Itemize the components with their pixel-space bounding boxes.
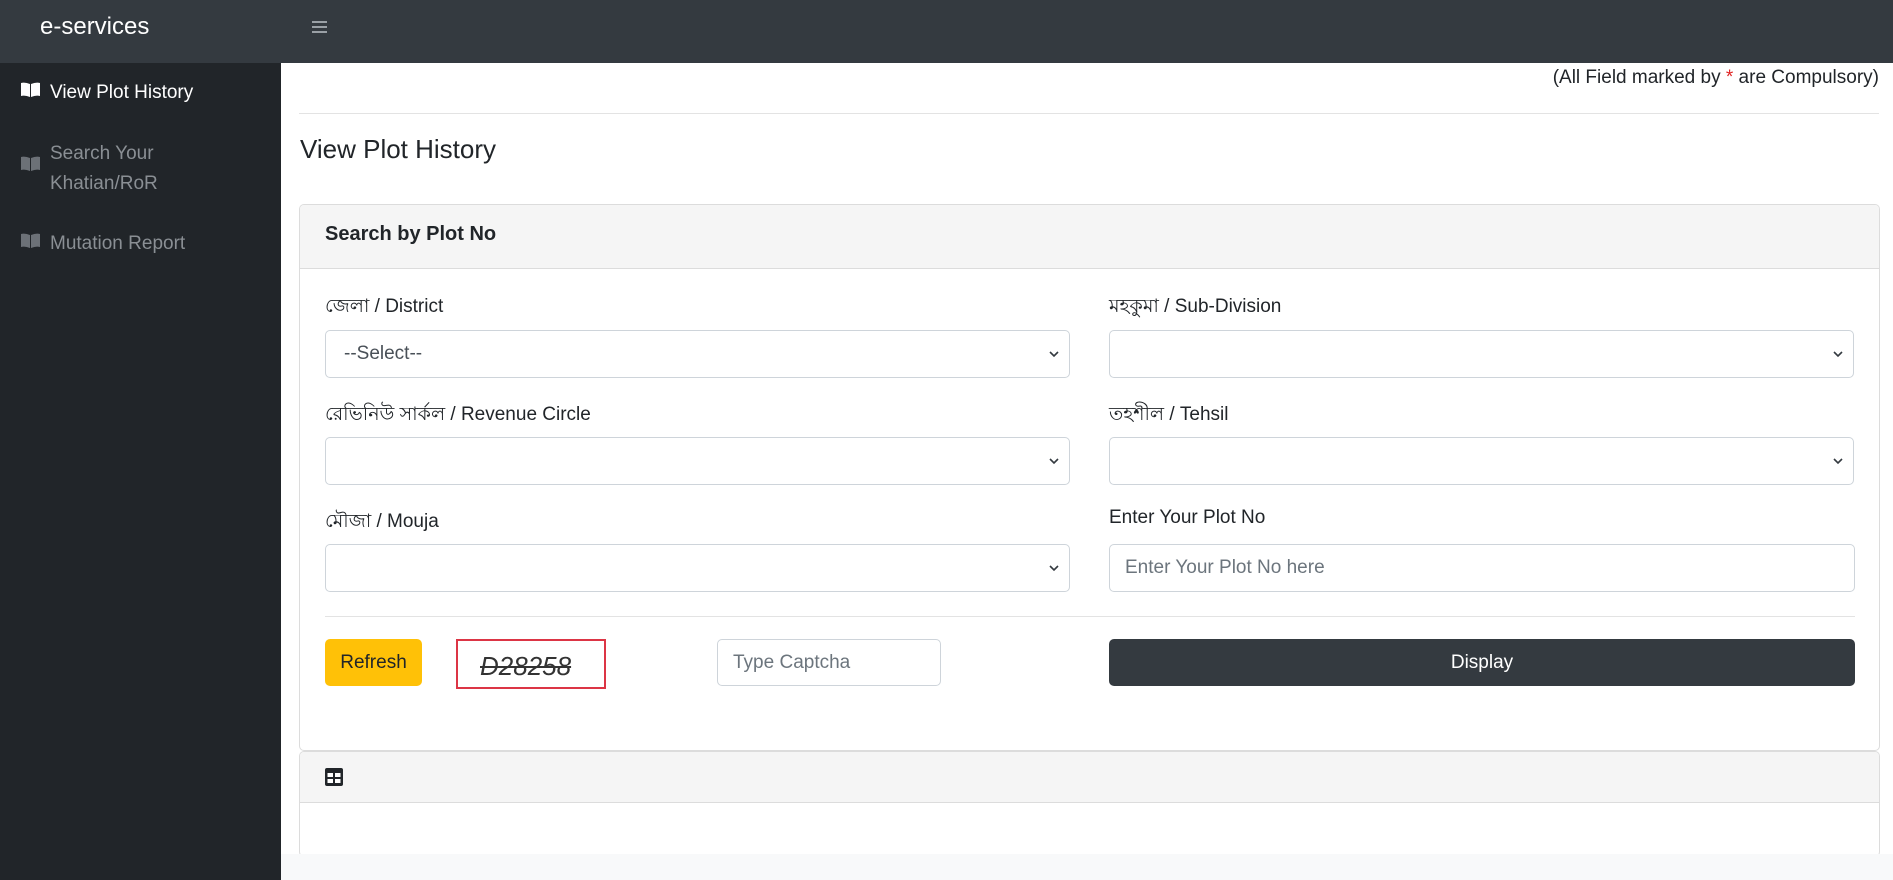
captcha-image: D28258 <box>456 639 606 689</box>
divider <box>325 616 1855 617</box>
captcha-code: D28258 <box>480 651 572 681</box>
chevron-down-icon <box>1049 458 1059 465</box>
chevron-down-icon <box>1833 458 1843 465</box>
chevron-down-icon <box>1049 351 1059 358</box>
top-navbar: e-services <box>0 0 1893 63</box>
district-select[interactable]: --Select-- <box>325 330 1070 378</box>
compulsory-note-suffix: are Compulsory) <box>1733 67 1879 88</box>
table-icon <box>325 768 343 786</box>
sidebar: View Plot History Search Your Khatian/Ro… <box>0 63 281 880</box>
search-card-header: Search by Plot No <box>300 205 1879 269</box>
hamburger-menu-icon[interactable] <box>308 14 332 40</box>
compulsory-note: (All Field marked by * are Compulsory) <box>1553 67 1879 89</box>
mouja-label: মৌজা / Mouja <box>325 511 439 532</box>
sidebar-item-mutation-report[interactable]: Mutation Report <box>20 229 250 259</box>
search-card: Search by Plot No জেলা / District --Sele… <box>299 204 1880 751</box>
display-button[interactable]: Display <box>1109 639 1855 686</box>
divider <box>299 113 1879 114</box>
sidebar-item-search-khatian[interactable]: Search Your Khatian/RoR <box>20 139 250 199</box>
sub-division-label: মহকুমা / Sub-Division <box>1109 296 1282 317</box>
page-footer-background <box>281 854 1893 880</box>
mouja-select[interactable] <box>325 544 1070 592</box>
refresh-captcha-button[interactable]: Refresh <box>325 639 422 686</box>
revenue-circle-label: রেভিনিউ সার্কল / Revenue Circle <box>325 404 591 425</box>
plot-no-input[interactable] <box>1109 544 1855 592</box>
tehsil-label: তহশীল / Tehsil <box>1109 404 1229 425</box>
search-card-title: Search by Plot No <box>325 223 497 245</box>
book-open-icon <box>21 82 40 97</box>
district-select-value: --Select-- <box>344 343 423 364</box>
plot-no-label: Enter Your Plot No <box>1109 507 1266 528</box>
sidebar-item-label: Search Your Khatian/RoR <box>50 143 158 194</box>
tehsil-select[interactable] <box>1109 437 1854 485</box>
sidebar-item-label: View Plot History <box>50 82 194 103</box>
sidebar-item-label: Mutation Report <box>50 233 186 254</box>
book-open-icon <box>21 156 40 171</box>
district-label: জেলা / District <box>325 296 444 317</box>
captcha-input[interactable] <box>717 639 941 686</box>
revenue-circle-select[interactable] <box>325 437 1070 485</box>
book-open-icon <box>21 233 40 248</box>
results-card-header <box>300 752 1879 803</box>
main-content: (All Field marked by * are Compulsory) V… <box>281 63 1893 880</box>
compulsory-note-prefix: (All Field marked by <box>1552 67 1726 88</box>
results-card <box>299 751 1880 857</box>
sub-division-select[interactable] <box>1109 330 1854 378</box>
page-title: View Plot History <box>300 134 497 164</box>
brand-logo[interactable]: e-services <box>40 13 149 41</box>
chevron-down-icon <box>1833 351 1843 358</box>
chevron-down-icon <box>1049 565 1059 572</box>
sidebar-item-view-plot-history[interactable]: View Plot History <box>20 78 250 108</box>
